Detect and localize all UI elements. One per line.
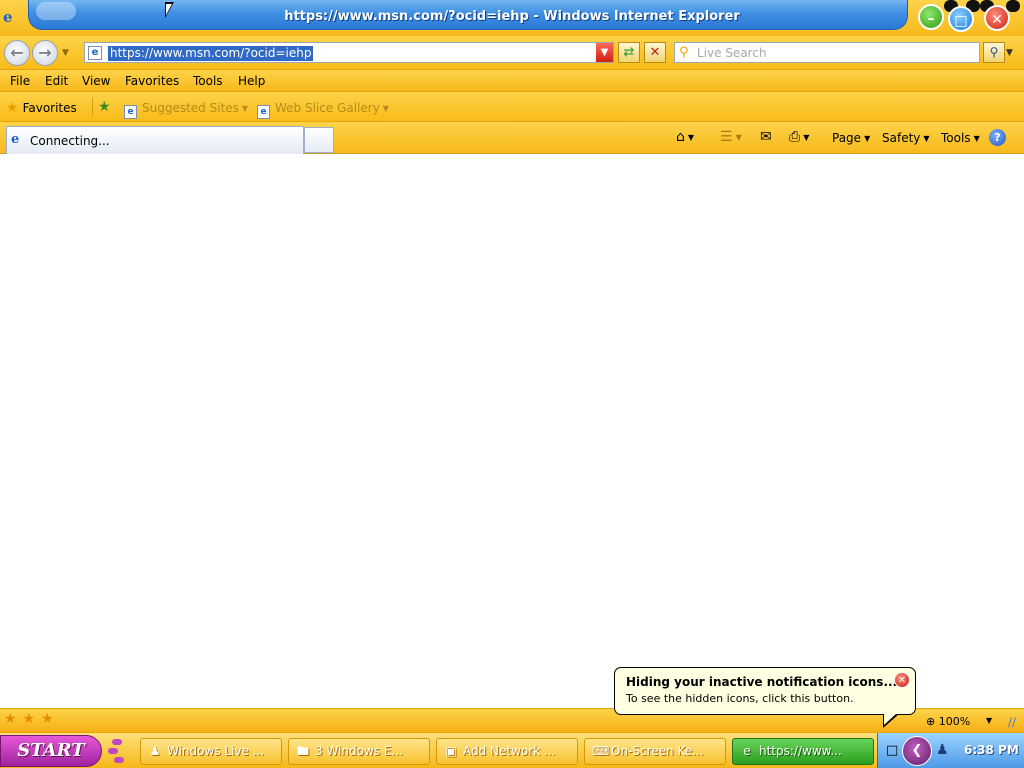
- window-icon: ▣: [445, 744, 457, 758]
- chevron-down-icon: ▼: [864, 134, 871, 143]
- search-input[interactable]: [697, 45, 967, 60]
- feeds-icon[interactable]: ☰ ▼: [720, 129, 742, 145]
- tools-menu-label: Tools: [941, 131, 971, 145]
- search-button[interactable]: ⚲: [983, 42, 1005, 63]
- help-icon[interactable]: ?: [989, 129, 1006, 146]
- address-url[interactable]: https://www.msn.com/?ocid=iehp: [108, 46, 314, 61]
- zoom-level[interactable]: ⊕ 100%: [926, 715, 970, 728]
- maximize-button[interactable]: □: [948, 6, 974, 32]
- taskbar: START ♟ Windows Live ... 🖿 3 Windows E... …: [0, 732, 1024, 768]
- close-button[interactable]: ✕: [984, 5, 1010, 31]
- resize-grip-icon[interactable]: ∕∕: [1008, 715, 1016, 729]
- address-toolbar: ← → ▼ e https://www.msn.com/?ocid=iehp ▼…: [0, 36, 1024, 70]
- keyboard-icon: ⌨: [592, 744, 610, 758]
- address-bar[interactable]: e https://www.msn.com/?ocid=iehp ▼: [84, 42, 614, 63]
- start-button[interactable]: START: [0, 735, 102, 767]
- safety-menu-label: Safety: [882, 131, 921, 145]
- users-icon: ♟: [149, 744, 161, 758]
- title-bar: e https://www.msn.com/?ocid=iehp - Windo…: [0, 0, 1024, 36]
- close-ear-right: [1006, 0, 1020, 12]
- new-tab-button[interactable]: [304, 127, 334, 153]
- page-content[interactable]: [0, 155, 1024, 708]
- menu-help[interactable]: Help: [238, 74, 265, 88]
- back-button[interactable]: ←: [4, 40, 30, 66]
- notification-balloon[interactable]: Hiding your inactive notification icons.…: [614, 667, 916, 728]
- recent-pages-dropdown[interactable]: ▼: [62, 48, 69, 58]
- quick-launch-icon[interactable]: [108, 737, 128, 765]
- chevron-down-icon: ▼: [973, 134, 980, 143]
- tab-row: e Connecting... ⌂ ▼ ☰ ▼ ✉ ⎙ ▼ Page ▼ Safety ▼…: [0, 122, 1024, 154]
- clock[interactable]: 6:38 PM: [964, 743, 1019, 757]
- stop-button[interactable]: ✕: [644, 42, 666, 63]
- suggested-sites-label: Suggested Sites: [142, 101, 239, 115]
- menu-edit[interactable]: Edit: [45, 74, 68, 88]
- chevron-down-icon: ▼: [923, 134, 930, 143]
- window-title: https://www.msn.com/?ocid=iehp - Windows…: [284, 9, 740, 24]
- chevron-down-icon: ▼: [382, 104, 389, 113]
- menu-bar: File Edit View Favorites Tools Help: [0, 70, 1024, 92]
- zoom-icon: ⊕: [926, 715, 939, 728]
- task-add-network[interactable]: ▣ Add Network ...: [436, 738, 578, 765]
- search-options-dropdown[interactable]: ▼: [1006, 48, 1013, 58]
- close-notification-icon[interactable]: ✕: [894, 672, 910, 688]
- web-slice-gallery-label: Web Slice Gallery: [275, 101, 380, 115]
- forward-button[interactable]: →: [32, 40, 58, 66]
- page-menu-label: Page: [832, 131, 862, 145]
- favorites-button[interactable]: ★ Favorites: [6, 100, 77, 116]
- notification-title: Hiding your inactive notification icons.…: [626, 675, 898, 689]
- live-search-icon: ⚲: [679, 45, 689, 60]
- ie-loading-icon: e: [11, 132, 20, 147]
- notification-message: To see the hidden icons, click this butt…: [626, 692, 854, 705]
- print-icon[interactable]: ⎙ ▼: [789, 129, 809, 145]
- search-box[interactable]: ⚲: [674, 42, 980, 63]
- tray-battery-icon[interactable]: □: [886, 743, 898, 758]
- address-dropdown-button[interactable]: ▼: [596, 43, 613, 62]
- web-slice-gallery-link[interactable]: e Web Slice Gallery ▼: [257, 101, 389, 119]
- page-menu[interactable]: Page ▼: [832, 131, 870, 145]
- refresh-button[interactable]: ⇄: [618, 42, 640, 63]
- task-label: On-Screen Ke...: [611, 744, 704, 758]
- task-windows-explorer[interactable]: 🖿 3 Windows E...: [288, 738, 430, 765]
- safety-menu[interactable]: Safety ▼: [882, 131, 930, 145]
- suggested-sites-link[interactable]: e Suggested Sites ▼: [124, 101, 248, 119]
- task-on-screen-keyboard[interactable]: ⌨ On-Screen Ke...: [584, 738, 726, 765]
- system-tray: □ ❮ ♟ 6:38 PM: [877, 733, 1024, 768]
- task-label: Add Network ...: [463, 744, 556, 758]
- zoom-dropdown[interactable]: ▼: [986, 716, 992, 725]
- page-icon: e: [88, 46, 102, 60]
- menu-file[interactable]: File: [10, 74, 30, 88]
- favorites-bar: ★ Favorites ★ e Suggested Sites ▼ e Web Slic…: [0, 92, 1024, 122]
- task-windows-live[interactable]: ♟ Windows Live ...: [140, 738, 282, 765]
- ie-icon: e: [743, 744, 751, 758]
- show-hidden-icons-button[interactable]: ❮: [902, 736, 932, 766]
- ie-page-icon: e: [257, 105, 270, 119]
- menu-tools[interactable]: Tools: [193, 74, 223, 88]
- favorites-label: Favorites: [22, 101, 77, 115]
- menu-favorites[interactable]: Favorites: [125, 74, 179, 88]
- task-label: Windows Live ...: [167, 744, 265, 758]
- add-to-favorites-bar-icon[interactable]: ★: [98, 99, 111, 115]
- tray-network-icon[interactable]: ♟: [936, 742, 949, 758]
- tab-connecting[interactable]: e Connecting...: [6, 126, 304, 154]
- task-label: 3 Windows E...: [315, 744, 403, 758]
- minimize-button[interactable]: –: [918, 4, 944, 30]
- home-icon[interactable]: ⌂ ▼: [676, 129, 694, 145]
- status-stars-decoration: ★★★: [4, 711, 60, 727]
- ie-page-icon: e: [124, 105, 137, 119]
- task-label: https://www...: [759, 744, 842, 758]
- tools-menu[interactable]: Tools ▼: [941, 131, 980, 145]
- read-mail-icon[interactable]: ✉: [760, 129, 772, 145]
- favorites-star-icon: ★: [6, 100, 19, 116]
- balloon-tail-fill: [884, 713, 897, 725]
- chevron-down-icon: ▼: [241, 104, 249, 113]
- favorites-separator: [92, 98, 93, 116]
- folder-icon: 🖿: [296, 744, 309, 758]
- mouse-cursor-icon: [165, 2, 174, 18]
- menu-view[interactable]: View: [82, 74, 110, 88]
- tab-label: Connecting...: [30, 134, 110, 148]
- task-internet-explorer[interactable]: e https://www...: [732, 738, 874, 765]
- zoom-value: 100%: [938, 715, 971, 728]
